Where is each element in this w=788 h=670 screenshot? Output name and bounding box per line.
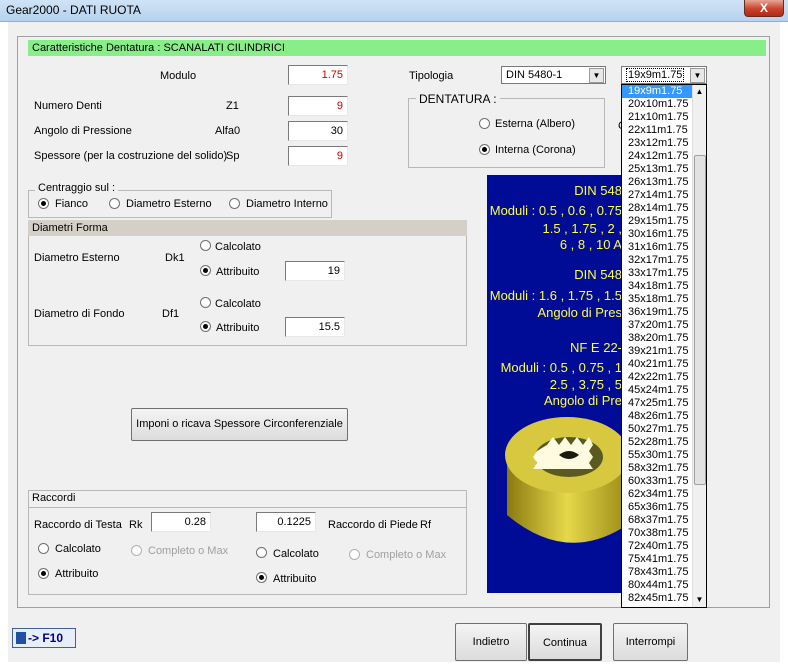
diametro-fondo-label: Diametro di Fondo <box>34 308 125 320</box>
numero-denti-input[interactable]: 9 <box>288 96 348 116</box>
diametri-title: Diametri Forma <box>28 220 467 236</box>
angolo-pressione-input[interactable]: 30 <box>288 121 348 141</box>
esterna-label: Esterna (Albero) <box>495 118 576 130</box>
spessore-label: Spessore (per la costruzione del solido) <box>34 150 228 162</box>
fianco-label: Fianco <box>55 198 89 210</box>
rf-attribuito-label: Attribuito <box>273 573 317 585</box>
info-line: DIN 548 <box>574 183 622 198</box>
spessore-input[interactable]: 9 <box>288 146 348 166</box>
dk1-symbol: Dk1 <box>165 252 185 264</box>
chevron-down-icon[interactable]: ▼ <box>589 68 604 83</box>
imponi-spessore-button[interactable]: Imponi o ricava Spessore Circonferenzial… <box>131 408 348 441</box>
dk1-attribuito-radio[interactable] <box>200 265 211 276</box>
rk-calcolato-label: Calcolato <box>55 543 101 555</box>
fianco-radio[interactable] <box>38 198 49 209</box>
info-panel: DIN 548 Moduli : 0.5 , 0.6 , 0.75 1.5 , … <box>487 175 622 593</box>
info-line: Moduli : 0.5 , 0.75 , 1 <box>500 360 622 375</box>
esterna-radio[interactable] <box>479 118 490 129</box>
dk1-attribuito-label: Attribuito <box>216 266 260 278</box>
diametro-esterno-radio[interactable] <box>109 198 120 209</box>
rk-attribuito-radio[interactable] <box>38 568 49 579</box>
sp-symbol: Sp <box>226 150 240 162</box>
standard-select-value: DIN 5480-1 <box>506 69 563 81</box>
info-line: 2.5 , 3.75 , 5 <box>549 377 622 392</box>
dk1-calcolato-label: Calcolato <box>215 241 261 253</box>
info-line: 6 , 8 , 10 A <box>559 237 622 252</box>
rk-completo-radio[interactable] <box>131 545 142 556</box>
df1-input[interactable]: 15.5 <box>285 317 345 337</box>
rk-attribuito-label: Attribuito <box>55 568 99 580</box>
raccordi-title: Raccordi <box>32 492 76 504</box>
rk-calcolato-radio[interactable] <box>38 543 49 554</box>
alfa0-symbol: Alfa0 <box>215 125 241 137</box>
info-line: 1.5 , 1.75 , 2 , <box>542 221 623 236</box>
df1-calcolato-radio[interactable] <box>200 297 211 308</box>
rf-calcolato-radio[interactable] <box>256 547 267 558</box>
df1-attribuito-radio[interactable] <box>200 321 211 332</box>
section-header: Caratteristiche Dentatura : SCANALATI CI… <box>28 40 766 56</box>
calculator-icon <box>16 632 26 644</box>
info-line: Moduli : 1.6 , 1.75 , 1.5 <box>489 288 622 303</box>
dentatura-label: DENTATURA : <box>416 92 500 106</box>
tipologia-label: Tipologia <box>409 70 454 82</box>
numero-denti-label: Numero Denti <box>34 100 102 112</box>
centraggio-label: Centraggio sul : <box>35 182 119 194</box>
info-line: Angolo di Pre <box>543 393 622 408</box>
modulo-label: Modulo <box>160 70 197 82</box>
rf-calcolato-label: Calcolato <box>273 548 319 560</box>
info-line: Moduli : 0.5 , 0.6 , 0.75 <box>489 203 622 218</box>
standard-select[interactable]: DIN 5480-1 ▼ <box>501 66 606 84</box>
dk1-calcolato-radio[interactable] <box>200 240 211 251</box>
size-select-value: 19x9m1.75 <box>626 68 685 82</box>
df1-symbol: Df1 <box>162 308 180 320</box>
z1-symbol: Z1 <box>226 100 239 112</box>
rk-completo-label: Completo o Max <box>148 545 229 557</box>
info-line: DIN 548 <box>574 267 622 282</box>
window-title: Gear2000 - DATI RUOTA <box>6 3 141 17</box>
chevron-down-icon[interactable]: ▼ <box>690 68 705 83</box>
interna-label: Interna (Corona) <box>495 144 576 156</box>
df1-calcolato-label: Calcolato <box>215 298 261 310</box>
raccordo-piede-label: Raccordo di Piede <box>328 519 418 531</box>
diametro-interno-option-label: Diametro Interno <box>246 198 328 210</box>
close-button[interactable]: X <box>744 0 784 17</box>
rk-input[interactable]: 0.28 <box>151 512 211 532</box>
scroll-up-icon[interactable]: ▲ <box>693 85 706 99</box>
f10-label: -> F10 <box>28 631 64 645</box>
modulo-input[interactable]: 1.75 <box>288 65 348 85</box>
info-line: Angolo di Pres <box>537 305 622 320</box>
raccordi-divider <box>29 507 466 508</box>
cancel-button[interactable]: Interrompi <box>613 623 688 661</box>
rk-symbol: Rk <box>129 519 143 531</box>
diametro-esterno-option-label: Diametro Esterno <box>126 198 212 210</box>
dropdown-scrollbar[interactable]: ▲ ▼ <box>692 85 706 607</box>
angolo-pressione-label: Angolo di Pressione <box>34 125 132 137</box>
rf-input[interactable]: 0.1225 <box>256 512 316 532</box>
rf-symbol: Rf <box>420 519 431 531</box>
rf-completo-label: Completo o Max <box>366 549 447 561</box>
rf-attribuito-radio[interactable] <box>256 572 267 583</box>
df1-attribuito-label: Attribuito <box>216 322 260 334</box>
info-line: NF E 22- <box>569 340 622 355</box>
diametro-interno-radio[interactable] <box>229 198 240 209</box>
interna-radio[interactable] <box>479 144 490 155</box>
back-button[interactable]: Indietro <box>455 623 527 661</box>
f10-shortcut[interactable]: -> F10 <box>12 628 76 648</box>
raccordo-testa-label: Raccordo di Testa <box>34 519 122 531</box>
dentatura-group <box>408 98 605 168</box>
rf-completo-radio[interactable] <box>349 549 360 560</box>
continue-button[interactable]: Continua <box>528 623 602 661</box>
dk1-input[interactable]: 19 <box>285 261 345 281</box>
diametro-esterno-label: Diametro Esterno <box>34 252 120 264</box>
scroll-thumb[interactable] <box>694 155 706 485</box>
size-select[interactable]: 19x9m1.75 ▼ <box>621 66 707 84</box>
scroll-down-icon[interactable]: ▼ <box>693 593 706 607</box>
gear-image <box>505 417 622 543</box>
